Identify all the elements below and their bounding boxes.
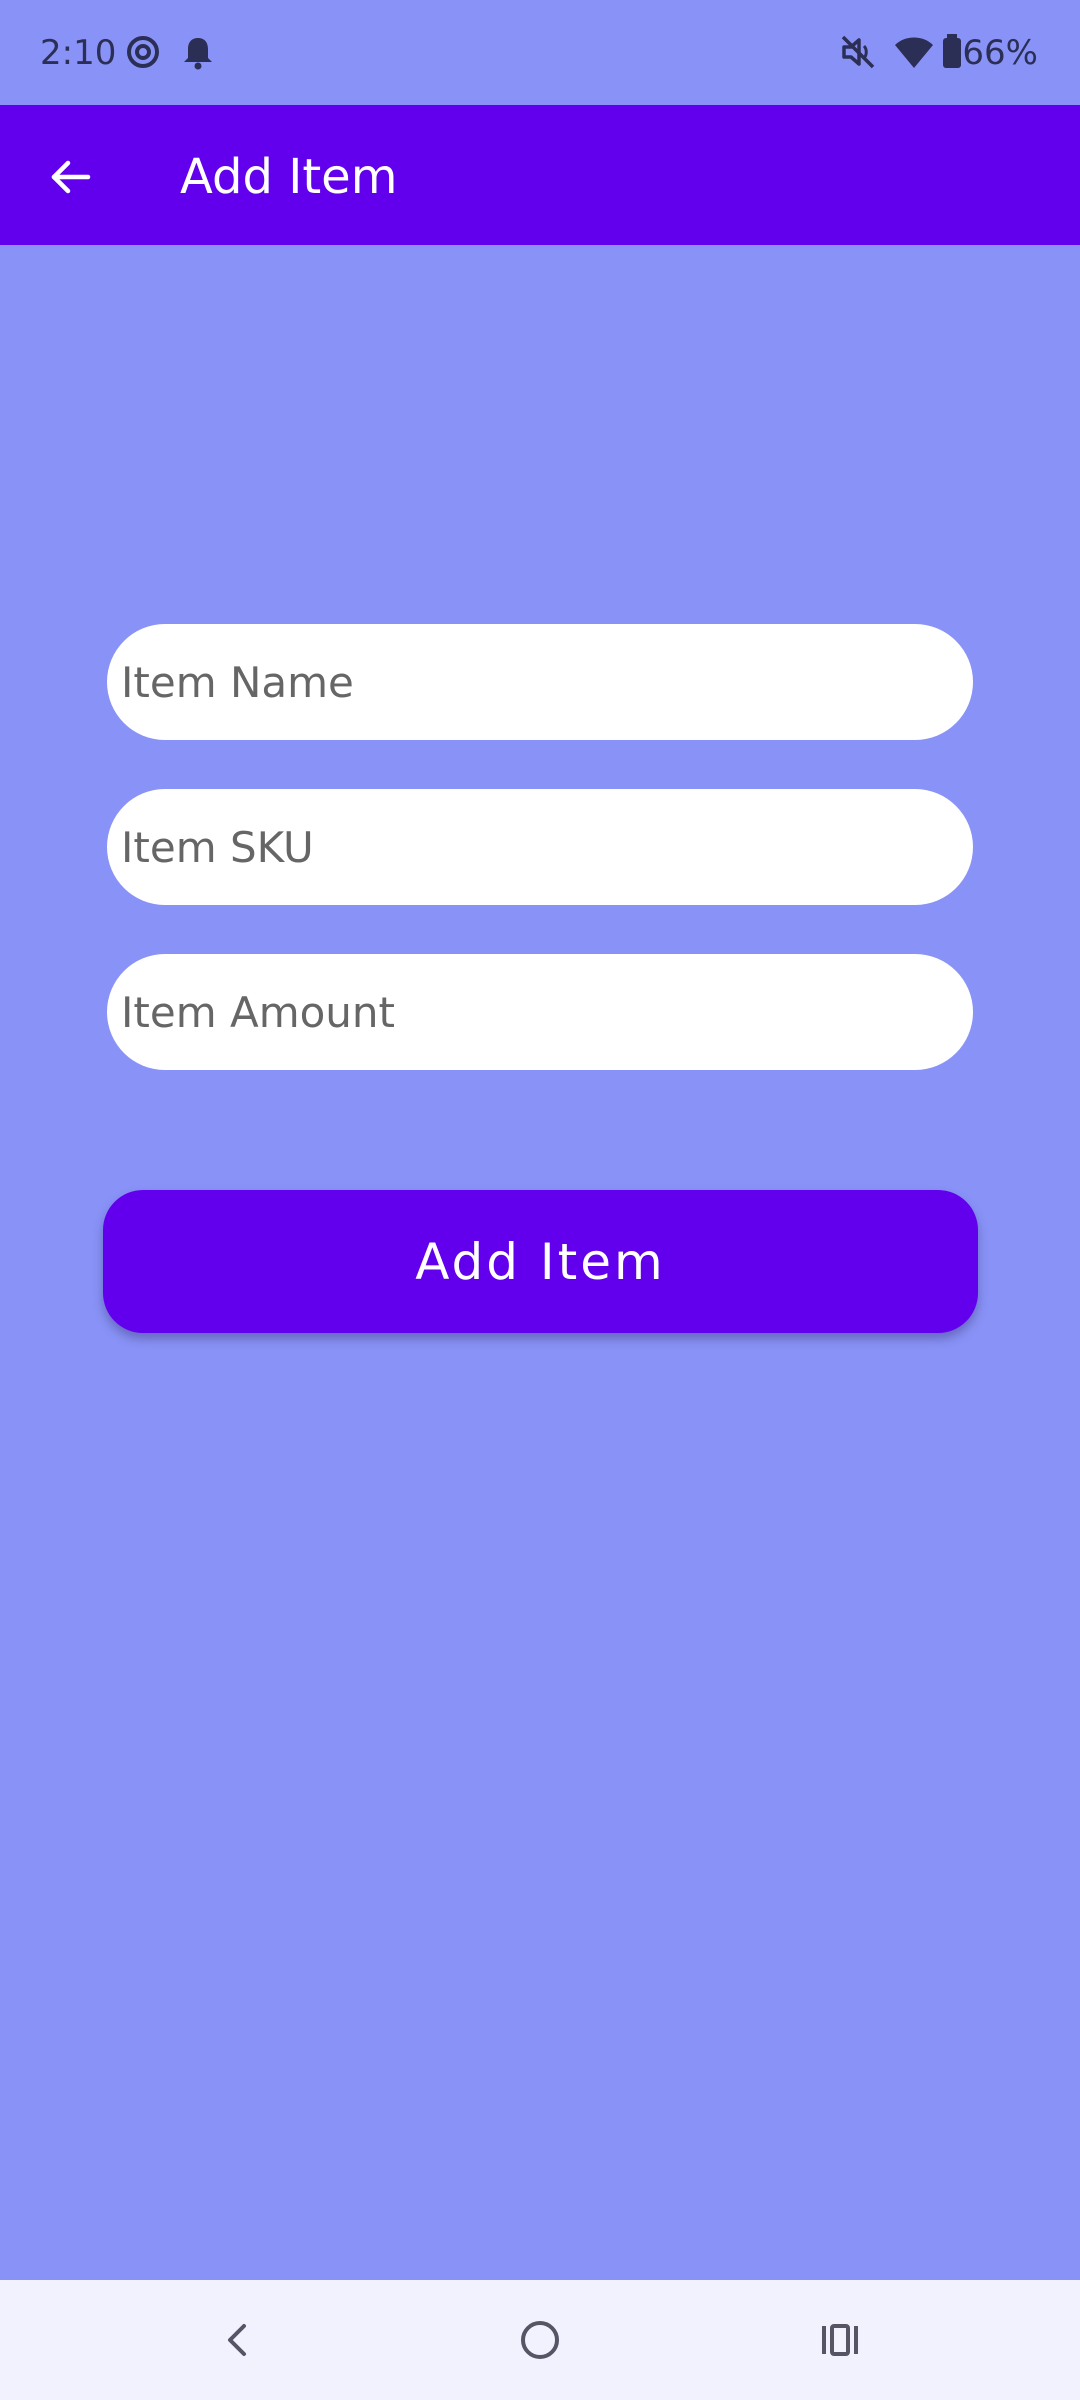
item-sku-input[interactable] (107, 789, 973, 905)
app-bar: Add Item (0, 105, 1080, 245)
nav-home-button[interactable] (504, 2304, 576, 2376)
back-chevron-icon (228, 2324, 246, 2356)
arrow-left-icon (51, 160, 91, 194)
mute-icon (841, 35, 875, 69)
at-sign-icon (127, 36, 159, 68)
wifi-icon (895, 37, 933, 68)
nav-recents-button[interactable] (804, 2304, 876, 2376)
home-circle-icon (521, 2321, 559, 2359)
status-time: 2:10 (40, 33, 117, 73)
navigation-bar (0, 2280, 1080, 2400)
add-item-button[interactable]: Add Item (103, 1190, 978, 1333)
status-bar: 2:10 66% (0, 0, 1080, 105)
battery-percent: 66% (962, 33, 1038, 73)
item-name-input[interactable] (107, 624, 973, 740)
page-title: Add Item (180, 149, 398, 205)
back-button[interactable] (34, 141, 106, 213)
recents-icon (822, 2324, 858, 2356)
item-amount-input[interactable] (107, 954, 973, 1070)
bell-icon (184, 38, 212, 70)
nav-back-button[interactable] (202, 2304, 274, 2376)
